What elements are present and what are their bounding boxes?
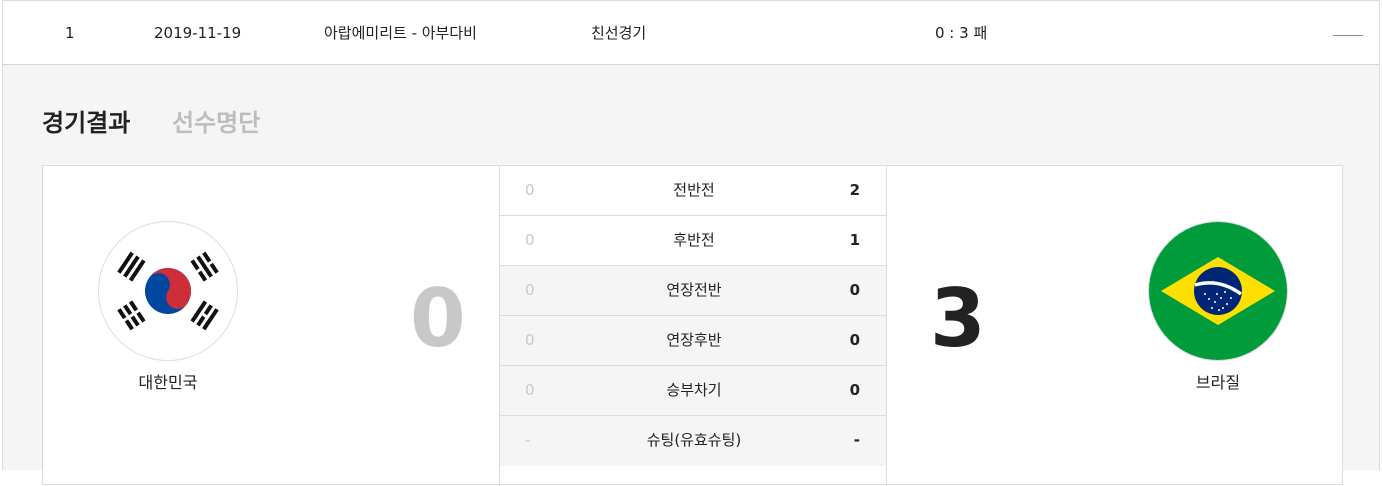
tab-match-result[interactable]: 경기결과	[42, 108, 130, 138]
period-away-goals: -	[853, 431, 860, 449]
home-team-name: 대한민국	[138, 373, 198, 392]
period-row: 0 연장전반 0	[500, 266, 886, 316]
period-row: 0 승부차기 0	[500, 366, 886, 416]
period-label: 승부차기	[666, 381, 722, 399]
period-label: 연장전반	[666, 281, 722, 299]
tab-player-roster[interactable]: 선수명단	[172, 108, 260, 138]
home-team: 대한민국 0	[43, 166, 499, 486]
match-number: 1	[65, 24, 75, 42]
match-detail-panel: 경기결과 선수명단 대한민국 0 0 전반전 2 0 후반전 1 0 연장전반 …	[2, 65, 1380, 486]
period-away-goals: 0	[849, 331, 860, 349]
period-row: - 슈팅(유효슈팅) -	[500, 416, 886, 466]
away-score: 3	[930, 272, 986, 365]
match-date: 2019-11-19	[154, 24, 242, 42]
match-row[interactable]: 1 2019-11-19 아랍에미리트 - 아부다비 친선경기 0 : 3 패	[2, 0, 1380, 65]
brazil-flag-icon	[1148, 221, 1288, 361]
period-away-goals: 0	[849, 381, 860, 399]
match-score: 0 : 3 패	[935, 24, 988, 42]
period-away-goals: 2	[849, 181, 860, 199]
home-score: 0	[410, 272, 466, 365]
period-away-goals: 0	[849, 281, 860, 299]
period-row: 0 연장후반 0	[500, 316, 886, 366]
korea-flag-icon	[98, 221, 238, 361]
period-row: 0 전반전 2	[500, 166, 886, 216]
collapse-line-icon[interactable]	[1333, 35, 1363, 36]
period-row: 0 후반전 1	[500, 216, 886, 266]
period-label: 연장후반	[666, 331, 722, 349]
match-venue: 아랍에미리트 - 아부다비	[324, 24, 477, 42]
match-type: 친선경기	[591, 24, 647, 42]
period-label: 전반전	[673, 181, 715, 199]
period-label: 슈팅(유효슈팅)	[646, 431, 742, 449]
away-team: 3 브라질	[887, 166, 1343, 486]
scoreboard: 대한민국 0 0 전반전 2 0 후반전 1 0 연장전반 0 0 연장후반 0…	[42, 165, 1343, 486]
period-table: 0 전반전 2 0 후반전 1 0 연장전반 0 0 연장후반 0 0 승부차기	[499, 166, 887, 486]
period-away-goals: 1	[849, 231, 860, 249]
period-label: 후반전	[673, 231, 715, 249]
away-team-name: 브라질	[1195, 373, 1241, 392]
